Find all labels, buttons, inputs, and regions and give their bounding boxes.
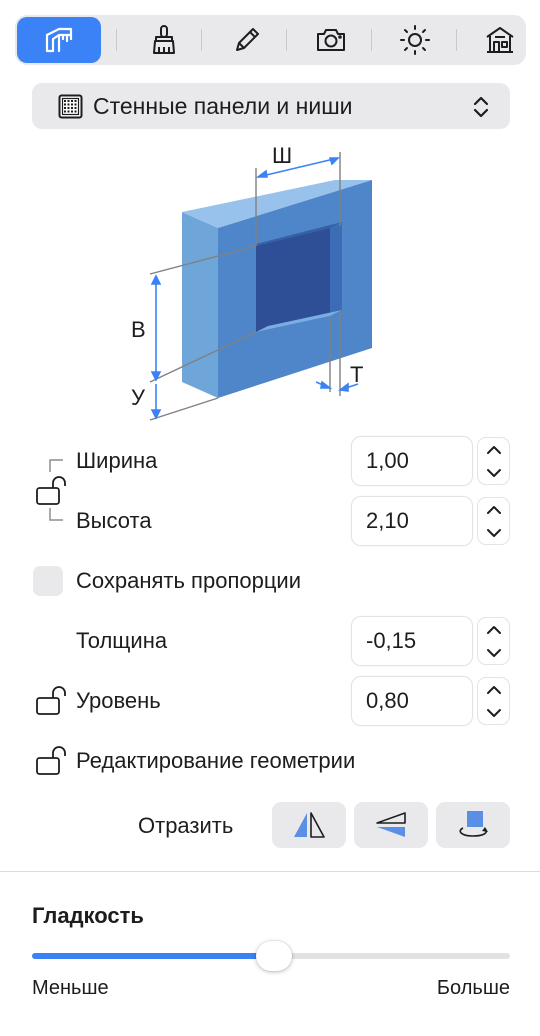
mirror-label: Отразить — [138, 813, 234, 838]
height-stepper[interactable] — [477, 497, 510, 545]
chevron-down-icon — [486, 708, 501, 717]
thickness-dimension-label: Т — [350, 362, 363, 387]
house-icon — [486, 27, 514, 53]
proportion-lock-icon[interactable] — [34, 474, 70, 508]
camera-icon — [317, 29, 345, 51]
toolbar — [15, 15, 526, 65]
tab-house[interactable] — [458, 17, 540, 63]
chevron-up-icon — [486, 685, 501, 694]
tab-brush[interactable] — [122, 17, 206, 63]
rotate-button[interactable] — [436, 802, 510, 848]
edit-geometry-label: Редактирование геометрии — [76, 748, 356, 773]
wall-panel-icon — [58, 94, 83, 119]
keep-proportions-checkbox[interactable] — [33, 566, 63, 596]
mirror-horizontal-icon — [294, 812, 325, 838]
width-dimension-label: Ш — [272, 143, 292, 168]
height-field[interactable]: 2,10 — [351, 496, 473, 546]
mirror-vertical-button[interactable] — [354, 802, 428, 848]
width-stepper[interactable] — [477, 437, 510, 485]
height-dimension-label: В — [131, 317, 146, 342]
chevron-up-icon — [486, 625, 501, 634]
wall-measure-icon — [45, 27, 73, 53]
smoothness-max-label: Больше — [436, 977, 510, 999]
tab-pencil[interactable] — [205, 17, 289, 63]
rotate-icon — [459, 811, 488, 837]
width-label: Ширина — [76, 448, 158, 473]
level-field[interactable]: 0,80 — [351, 676, 473, 726]
height-label: Высота — [76, 508, 152, 533]
mirror-horizontal-button[interactable] — [272, 802, 346, 848]
smoothness-slider-thumb[interactable] — [256, 941, 292, 971]
keep-proportions-label: Сохранять пропорции — [76, 568, 302, 593]
wall-niche-diagram: Ш В У Т — [131, 143, 372, 421]
element-type-select[interactable]: Стенные панели и ниши — [32, 83, 510, 129]
section-divider — [0, 871, 540, 872]
thickness-stepper[interactable] — [477, 617, 510, 665]
tab-wall-measure[interactable] — [17, 17, 101, 63]
level-lock-icon[interactable] — [34, 684, 70, 718]
chevron-up-icon — [486, 505, 501, 514]
tab-camera[interactable] — [289, 17, 373, 63]
thickness-label: Толщина — [76, 628, 168, 653]
edit-geometry-lock-icon[interactable] — [34, 744, 70, 778]
mirror-vertical-icon — [376, 812, 406, 837]
sun-icon — [400, 25, 430, 55]
chevron-down-icon — [486, 468, 501, 477]
element-type-label: Стенные панели и ниши — [93, 93, 353, 119]
brush-icon — [153, 25, 175, 54]
thickness-field[interactable]: -0,15 — [351, 616, 473, 666]
smoothness-slider-fill — [32, 953, 271, 959]
smoothness-min-label: Меньше — [32, 977, 109, 999]
level-label: Уровень — [76, 688, 161, 713]
chevron-updown-icon — [473, 96, 489, 118]
chevron-up-icon — [486, 445, 501, 454]
width-field[interactable]: 1,00 — [351, 436, 473, 486]
smoothness-title: Гладкость — [32, 903, 144, 928]
level-dimension-label: У — [131, 385, 146, 410]
tab-sun[interactable] — [373, 17, 457, 63]
level-stepper[interactable] — [477, 677, 510, 725]
pencil-icon — [236, 28, 259, 51]
chevron-down-icon — [486, 528, 501, 537]
chevron-down-icon — [486, 648, 501, 657]
